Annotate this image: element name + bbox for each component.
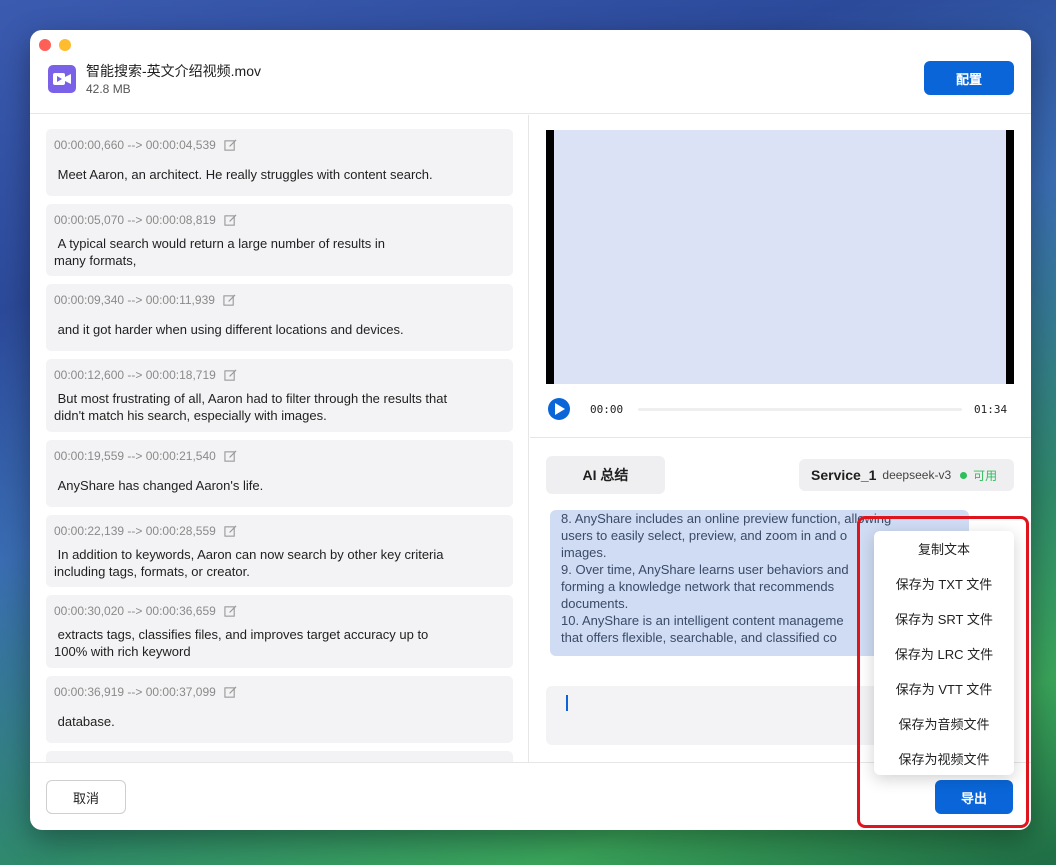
menu-item-copy-text[interactable]: 复制文本 bbox=[874, 531, 1014, 566]
edit-icon[interactable] bbox=[224, 605, 237, 618]
segment-text: A typical search would return a large nu… bbox=[54, 236, 385, 268]
subtitle-segment[interactable]: 00:00:22,139 --> 00:00:28,559 In additio… bbox=[46, 515, 513, 587]
subtitle-segment[interactable]: 00:00:36,919 --> 00:00:37,099 database. bbox=[46, 676, 513, 743]
export-button[interactable]: 导出 bbox=[935, 780, 1013, 814]
total-time: 01:34 bbox=[974, 403, 1008, 416]
menu-item-save-lrc[interactable]: 保存为 LRC 文件 bbox=[874, 636, 1014, 671]
playback-progress-bar[interactable] bbox=[638, 408, 962, 411]
segment-time: 00:00:00,660 --> 00:00:04,539 bbox=[54, 138, 216, 152]
summary-line: 8. AnyShare includes an online preview f… bbox=[561, 511, 892, 526]
service-status: 可用 bbox=[973, 468, 998, 483]
file-header: 智能搜索-英文介绍视频.mov 42.8 MB 配置 bbox=[30, 30, 1031, 114]
segment-text: AnyShare has changed Aaron's life. bbox=[57, 478, 264, 493]
menu-item-save-vtt[interactable]: 保存为 VTT 文件 bbox=[874, 671, 1014, 706]
segment-time: 00:00:09,340 --> 00:00:11,939 bbox=[54, 293, 215, 307]
divider bbox=[530, 437, 1031, 438]
subtitle-segment[interactable]: 00:00:00,660 --> 00:00:04,539 Meet Aaron… bbox=[46, 129, 513, 196]
subtitle-segment[interactable]: 00:00:12,600 --> 00:00:18,719 But most f… bbox=[46, 359, 513, 432]
edit-icon[interactable] bbox=[224, 525, 237, 538]
file-size: 42.8 MB bbox=[86, 82, 131, 96]
video-frame bbox=[554, 130, 1006, 384]
menu-item-save-srt[interactable]: 保存为 SRT 文件 bbox=[874, 601, 1014, 636]
status-dot-icon bbox=[960, 471, 968, 479]
segment-time: 00:00:36,919 --> 00:00:37,099 bbox=[54, 685, 216, 699]
segment-text: and it got harder when using different l… bbox=[57, 322, 404, 337]
segment-time: 00:00:22,139 --> 00:00:28,559 bbox=[54, 524, 216, 538]
subtitle-segment[interactable]: 00:00:19,559 --> 00:00:21,540 AnyShare h… bbox=[46, 440, 513, 507]
segment-text: But most frustrating of all, Aaron had t… bbox=[54, 391, 448, 423]
file-name: 智能搜索-英文介绍视频.mov bbox=[86, 63, 261, 79]
play-button[interactable] bbox=[548, 398, 570, 420]
edit-icon[interactable] bbox=[224, 369, 237, 382]
subtitle-segment[interactable]: 00:00:30,020 --> 00:00:36,659 extracts t… bbox=[46, 595, 513, 668]
edit-icon[interactable] bbox=[224, 214, 237, 227]
edit-icon[interactable] bbox=[224, 139, 237, 152]
export-menu: 复制文本 保存为 TXT 文件 保存为 SRT 文件 保存为 LRC 文件 保存… bbox=[874, 531, 1014, 775]
service-name: Service_1 bbox=[811, 467, 877, 483]
edit-icon[interactable] bbox=[223, 294, 236, 307]
subtitle-list: 00:00:00,660 --> 00:00:04,539 Meet Aaron… bbox=[30, 115, 529, 762]
segment-text: extracts tags, classifies files, and imp… bbox=[54, 627, 429, 659]
play-icon bbox=[555, 403, 565, 415]
segment-time: 00:00:19,559 --> 00:00:21,540 bbox=[54, 449, 216, 463]
subtitle-segment[interactable]: 00:00:09,340 --> 00:00:11,939 and it got… bbox=[46, 284, 513, 351]
service-selector[interactable]: Service_1 deepseek-v3 可用 bbox=[799, 459, 1014, 491]
edit-icon[interactable] bbox=[224, 686, 237, 699]
subtitle-segment-partial[interactable] bbox=[46, 751, 513, 762]
current-time: 00:00 bbox=[590, 403, 624, 416]
cancel-button[interactable]: 取消 bbox=[46, 780, 126, 814]
edit-icon[interactable] bbox=[224, 450, 237, 463]
menu-item-save-audio[interactable]: 保存为音频文件 bbox=[874, 706, 1014, 741]
ai-summary-button[interactable]: AI 总结 bbox=[546, 456, 665, 494]
config-button[interactable]: 配置 bbox=[924, 61, 1014, 95]
video-file-icon bbox=[48, 65, 76, 93]
segment-time: 00:00:05,070 --> 00:00:08,819 bbox=[54, 213, 216, 227]
video-player[interactable] bbox=[546, 130, 1014, 384]
menu-item-save-video[interactable]: 保存为视频文件 bbox=[874, 741, 1014, 776]
segment-text: Meet Aaron, an architect. He really stru… bbox=[57, 167, 433, 182]
subtitle-segment[interactable]: 00:00:05,070 --> 00:00:08,819 A typical … bbox=[46, 204, 513, 276]
segment-text: In addition to keywords, Aaron can now s… bbox=[54, 547, 444, 579]
segment-time: 00:00:30,020 --> 00:00:36,659 bbox=[54, 604, 216, 618]
segment-text: database. bbox=[57, 714, 115, 729]
menu-item-save-txt[interactable]: 保存为 TXT 文件 bbox=[874, 566, 1014, 601]
text-caret bbox=[566, 695, 568, 711]
service-model: deepseek-v3 bbox=[882, 468, 952, 482]
segment-time: 00:00:12,600 --> 00:00:18,719 bbox=[54, 368, 216, 382]
